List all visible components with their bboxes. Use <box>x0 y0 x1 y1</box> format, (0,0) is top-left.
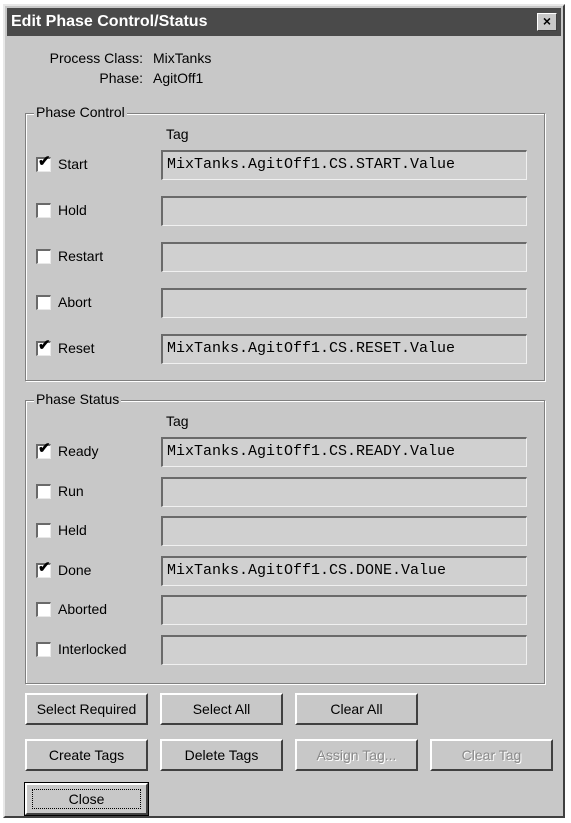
control-row-start: ✔ Start MixTanks.AgitOff1.CS.START.Value <box>26 150 544 180</box>
status-row-ready: ✔ Ready MixTanks.AgitOff1.CS.READY.Value <box>26 437 544 467</box>
control-row-hold: Hold <box>26 196 544 226</box>
assign-tag-label: Assign Tag... <box>316 747 397 763</box>
status-row-held: Held <box>26 516 544 546</box>
restart-checkbox[interactable] <box>36 249 51 264</box>
status-row-done: ✔ Done MixTanks.AgitOff1.CS.DONE.Value <box>26 555 544 586</box>
clear-tag-button[interactable]: Clear Tag <box>430 739 553 771</box>
phase-control-tag-header: Tag <box>166 126 189 142</box>
start-checkbox[interactable]: ✔ <box>36 153 51 172</box>
select-all-label: Select All <box>192 701 251 717</box>
done-label[interactable]: Done <box>58 562 91 578</box>
start-tag-field[interactable]: MixTanks.AgitOff1.CS.START.Value <box>161 150 527 180</box>
interlocked-checkbox[interactable] <box>36 641 51 657</box>
phase-control-title: Phase Control <box>34 104 127 120</box>
checkmark-icon: ✔ <box>38 440 51 457</box>
status-row-run: Run <box>26 476 544 507</box>
interlocked-tag-field[interactable] <box>161 634 527 665</box>
create-tags-button[interactable]: Create Tags <box>25 739 148 771</box>
held-tag-field[interactable] <box>161 516 527 546</box>
edit-phase-dialog: Edit Phase Control/Status × Process Clas… <box>3 4 565 818</box>
focus-rect <box>32 789 141 809</box>
hold-tag-field[interactable] <box>161 196 527 226</box>
phase-status-group: Phase Status Tag ✔ Ready MixTanks.AgitOff1… <box>25 391 545 684</box>
start-label[interactable]: Start <box>58 156 88 172</box>
reset-tag-field[interactable]: MixTanks.AgitOff1.CS.RESET.Value <box>161 334 527 364</box>
aborted-checkbox[interactable] <box>36 602 51 617</box>
aborted-tag-field[interactable] <box>161 595 527 625</box>
held-checkbox[interactable] <box>36 523 51 538</box>
control-row-reset: ✔ Reset MixTanks.AgitOff1.CS.RESET.Value <box>26 334 544 364</box>
aborted-label[interactable]: Aborted <box>58 601 107 617</box>
phase-value: AgitOff1 <box>153 70 204 86</box>
clear-all-label: Clear All <box>330 701 383 717</box>
phase-control-group: Phase Control Tag ✔ Start MixTanks.AgitOff… <box>25 104 545 381</box>
process-class-value: MixTanks <box>153 50 212 66</box>
select-required-button[interactable]: Select Required <box>25 693 148 725</box>
close-icon[interactable]: × <box>537 13 557 31</box>
hold-checkbox[interactable] <box>36 203 51 218</box>
reset-checkbox[interactable]: ✔ <box>36 337 51 356</box>
process-class-row: Process Class: MixTanks <box>5 50 305 70</box>
abort-label[interactable]: Abort <box>58 294 91 310</box>
reset-label[interactable]: Reset <box>58 340 95 356</box>
run-checkbox[interactable] <box>36 483 51 499</box>
select-all-button[interactable]: Select All <box>160 693 283 725</box>
interlocked-label[interactable]: Interlocked <box>58 641 126 657</box>
status-row-aborted: Aborted <box>26 595 544 625</box>
abort-checkbox[interactable] <box>36 295 51 310</box>
ready-checkbox[interactable]: ✔ <box>36 440 51 459</box>
restart-label[interactable]: Restart <box>58 248 103 264</box>
done-tag-field[interactable]: MixTanks.AgitOff1.CS.DONE.Value <box>161 555 527 586</box>
select-required-label: Select Required <box>36 701 137 717</box>
checkmark-icon: ✔ <box>38 337 51 354</box>
delete-tags-button[interactable]: Delete Tags <box>160 739 283 771</box>
control-row-abort: Abort <box>26 288 544 318</box>
process-class-label: Process Class: <box>49 50 143 66</box>
close-button[interactable]: Close <box>24 782 149 816</box>
assign-tag-button[interactable]: Assign Tag... <box>295 739 418 771</box>
checkmark-icon: ✔ <box>38 153 51 170</box>
title-bar[interactable]: Edit Phase Control/Status × <box>7 8 561 36</box>
clear-all-button[interactable]: Clear All <box>295 693 418 725</box>
dialog-title: Edit Phase Control/Status <box>11 13 208 30</box>
status-row-interlocked: Interlocked <box>26 634 544 665</box>
clear-tag-label: Clear Tag <box>461 747 522 763</box>
run-label[interactable]: Run <box>58 483 84 499</box>
phase-label: Phase: <box>99 70 143 86</box>
ready-label[interactable]: Ready <box>58 443 98 459</box>
create-tags-label: Create Tags <box>48 747 125 763</box>
ready-tag-field[interactable]: MixTanks.AgitOff1.CS.READY.Value <box>161 437 527 467</box>
hold-label[interactable]: Hold <box>58 202 87 218</box>
phase-status-title: Phase Status <box>34 391 122 407</box>
checkmark-icon: ✔ <box>38 558 51 576</box>
phase-row: Phase: AgitOff1 <box>5 70 305 90</box>
delete-tags-label: Delete Tags <box>184 747 259 763</box>
held-label[interactable]: Held <box>58 522 87 538</box>
abort-tag-field[interactable] <box>161 288 527 318</box>
run-tag-field[interactable] <box>161 476 527 507</box>
done-checkbox[interactable]: ✔ <box>36 558 51 578</box>
phase-status-tag-header: Tag <box>166 413 189 429</box>
control-row-restart: Restart <box>26 242 544 272</box>
restart-tag-field[interactable] <box>161 242 527 272</box>
